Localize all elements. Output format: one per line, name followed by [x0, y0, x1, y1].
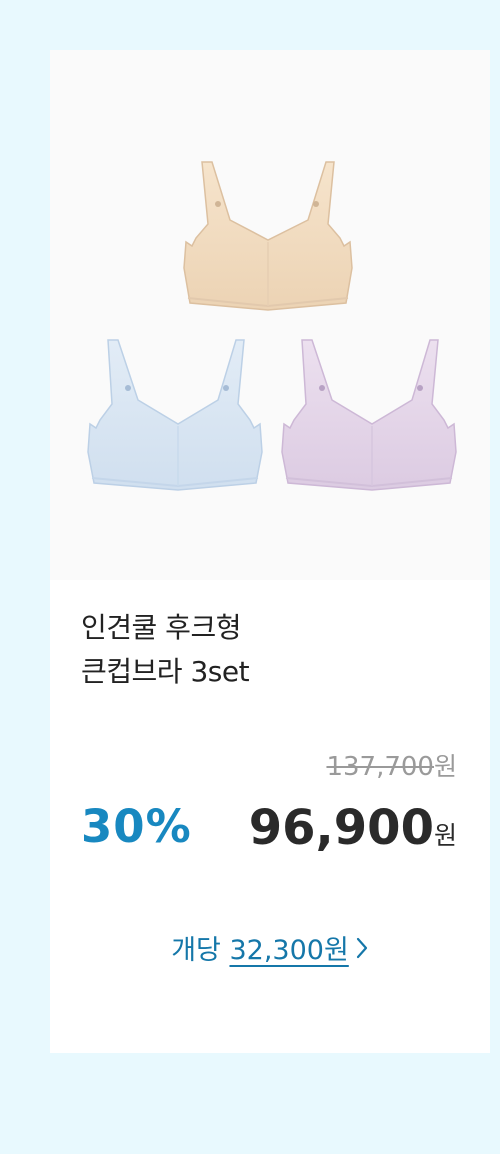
per-unit-prefix: 개당: [171, 935, 221, 966]
chevron-right-icon: [355, 936, 369, 967]
original-price: 137,700원: [326, 747, 457, 783]
product-title-line1: 인견쿨 후크형: [81, 611, 241, 644]
per-unit-amount: 32,300원: [229, 935, 349, 966]
sale-price-value: 96,900: [248, 800, 434, 856]
bra-blue: [87, 339, 263, 491]
sale-price-unit: 원: [433, 821, 457, 850]
per-unit-price-link[interactable]: 개당 32,300원: [50, 928, 490, 967]
product-image[interactable]: [50, 50, 490, 580]
product-card[interactable]: 인견쿨 후크형 큰컵브라 3set 137,700원 30% 96,900원 개…: [50, 50, 490, 1053]
discount-rate: 30%: [81, 800, 192, 853]
bra-beige: [183, 161, 353, 311]
product-title-line2: 큰컵브라 3set: [81, 655, 250, 688]
bra-lavender: [281, 339, 457, 491]
sale-price: 96,900원: [249, 800, 457, 856]
product-title[interactable]: 인견쿨 후크형 큰컵브라 3set: [81, 606, 250, 694]
original-price-value: 137,700: [326, 752, 434, 782]
product-image-bras: [87, 161, 457, 491]
original-price-unit: 원: [433, 752, 457, 781]
